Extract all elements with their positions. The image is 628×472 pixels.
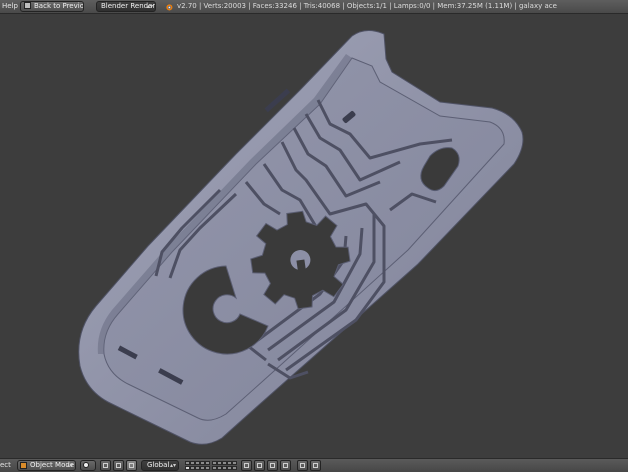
chevron-updown-icon: ▴▾ <box>169 462 176 469</box>
magnet-icon <box>270 463 275 468</box>
manipulator-toggle[interactable] <box>113 460 124 471</box>
viewport-shading-icon <box>83 462 89 468</box>
back-to-previous-button[interactable]: Back to Previous <box>20 1 84 12</box>
orientation-label: Global <box>147 461 170 469</box>
object-menu[interactable]: ect <box>0 461 11 469</box>
3d-view-header: ect Object Mode ▴▾ Global ▴▾ <box>0 458 628 472</box>
fullscreen-icon <box>24 2 31 9</box>
layer-grid[interactable] <box>185 461 237 471</box>
snap-toggle[interactable] <box>267 460 278 471</box>
snap-element-icon <box>283 463 288 468</box>
phone-case-model[interactable] <box>0 14 628 458</box>
scene-statistics: v2.70 | Verts:20003 | Faces:33246 | Tris… <box>177 2 557 10</box>
layer-button[interactable] <box>205 461 210 465</box>
help-menu[interactable]: Help <box>2 2 18 10</box>
pivot-point-button[interactable] <box>100 460 111 471</box>
opengl-render-anim-button[interactable] <box>310 460 321 471</box>
mode-select[interactable]: Object Mode ▴▾ <box>17 460 76 471</box>
blender-logo-icon <box>166 4 173 11</box>
opengl-render-button[interactable] <box>297 460 308 471</box>
viewport-shading-select[interactable] <box>80 460 96 471</box>
back-button-label: Back to Previous <box>34 2 84 10</box>
pivot-icon <box>103 463 108 468</box>
3d-viewport[interactable] <box>0 14 628 458</box>
layer-lock-button[interactable] <box>241 460 252 471</box>
transform-orientation-select[interactable]: Global ▴▾ <box>141 460 179 471</box>
proportional-edit-icon <box>257 463 262 468</box>
info-header: Help Back to Previous Blender Render ▴▾ … <box>0 0 628 14</box>
translate-manipulator-button[interactable] <box>126 460 137 471</box>
layer-button[interactable] <box>232 466 237 470</box>
render-animation-icon <box>313 463 318 468</box>
proportional-edit-button[interactable] <box>254 460 265 471</box>
snap-element-select[interactable] <box>280 460 291 471</box>
translate-icon <box>129 463 134 468</box>
chevron-updown-icon: ▴▾ <box>146 3 153 10</box>
chevron-updown-icon: ▴▾ <box>66 462 73 469</box>
layer-button[interactable] <box>232 461 237 465</box>
render-engine-select[interactable]: Blender Render ▴▾ <box>96 1 156 12</box>
layer-button[interactable] <box>205 466 210 470</box>
lock-icon <box>244 463 249 468</box>
object-mode-cube-icon <box>20 462 27 469</box>
manipulator-icon <box>116 463 121 468</box>
render-icon <box>300 463 305 468</box>
